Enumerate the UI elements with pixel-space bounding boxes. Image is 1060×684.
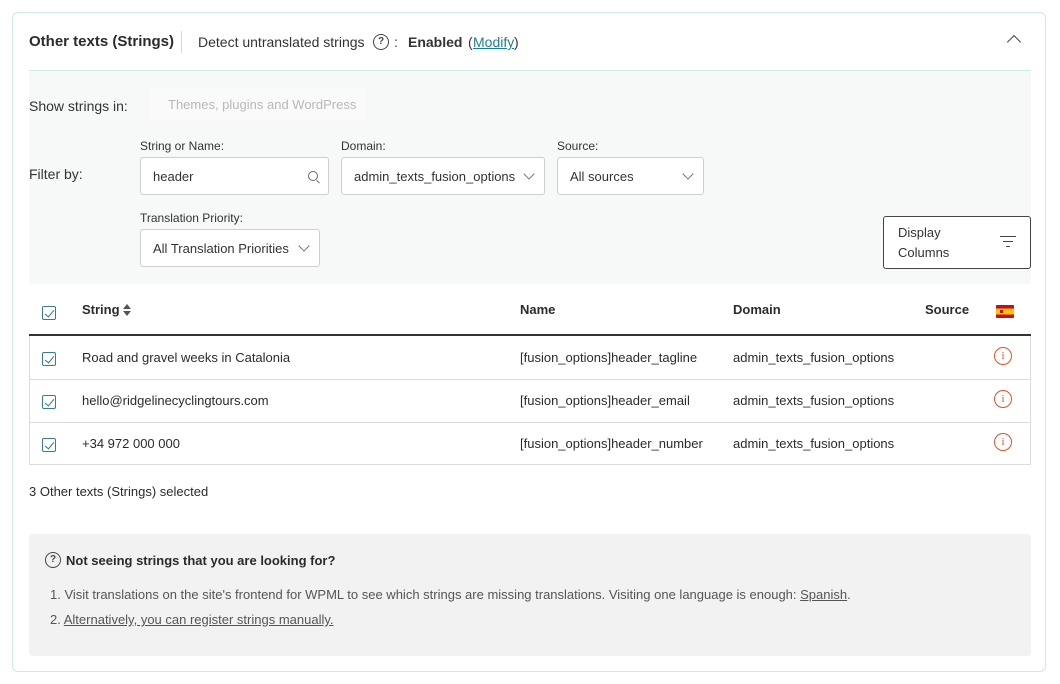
- chevron-down-icon: [523, 168, 535, 180]
- translation-priority-value: All Translation Priorities: [153, 241, 289, 256]
- row-domain: admin_texts_fusion_options: [733, 393, 895, 408]
- show-strings-label: Show strings in:: [29, 98, 128, 114]
- header-colon: :: [394, 34, 398, 50]
- row-checkbox[interactable]: [42, 352, 56, 366]
- help-circle-icon: ?: [45, 552, 61, 568]
- table-row[interactable]: hello@ridgelinecyclingtours.com [fusion_…: [30, 379, 1030, 422]
- header-divider: [181, 31, 182, 53]
- detect-status: Enabled: [408, 34, 463, 50]
- translation-priority-label: Translation Priority:: [140, 211, 243, 225]
- filters-area: Show strings in: Themes, plugins and Wor…: [29, 71, 1031, 284]
- row-domain: admin_texts_fusion_options: [733, 436, 895, 451]
- strings-panel: Other texts (Strings) Detect untranslate…: [12, 12, 1046, 672]
- column-header-string[interactable]: String: [82, 302, 120, 317]
- filter-lines-icon: [1000, 236, 1016, 249]
- panel-title: Other texts (Strings): [29, 33, 175, 50]
- info-icon[interactable]: i: [994, 390, 1012, 408]
- string-or-name-label: String or Name:: [140, 139, 225, 153]
- table-row[interactable]: Road and gravel weeks in Catalonia [fusi…: [30, 336, 1030, 379]
- filter-by-label: Filter by:: [29, 166, 83, 182]
- display-columns-label-1: Display: [898, 225, 941, 240]
- source-select-value: All sources: [570, 169, 634, 184]
- string-search-value: header: [153, 169, 194, 184]
- notice-title: Not seeing strings that you are looking …: [66, 553, 336, 568]
- chevron-down-icon: [682, 168, 694, 180]
- spanish-link[interactable]: Spanish: [800, 587, 847, 602]
- notice-item-2-prefix: 2.: [50, 612, 64, 627]
- row-string: hello@ridgelinecyclingtours.com: [82, 393, 269, 408]
- row-checkbox[interactable]: [42, 395, 56, 409]
- search-icon[interactable]: [308, 171, 318, 181]
- detect-untranslated-label: Detect untranslated strings: [198, 34, 365, 50]
- row-string: Road and gravel weeks in Catalonia: [82, 350, 291, 365]
- domain-label: Domain:: [341, 139, 386, 153]
- paren-close: ): [514, 34, 519, 50]
- sort-icon[interactable]: [123, 304, 131, 316]
- register-strings-link[interactable]: Alternatively, you can register strings …: [64, 612, 334, 627]
- modify-link[interactable]: Modify: [473, 34, 514, 50]
- show-strings-field[interactable]: Themes, plugins and WordPress: [150, 89, 366, 121]
- info-icon[interactable]: i: [994, 433, 1012, 451]
- row-domain: admin_texts_fusion_options: [733, 350, 895, 365]
- selection-count: 3 Other texts (Strings) selected: [29, 484, 209, 499]
- help-notice: ? Not seeing strings that you are lookin…: [29, 534, 1031, 656]
- column-header-domain: Domain: [733, 302, 781, 317]
- display-columns-button[interactable]: Display Columns: [883, 216, 1031, 269]
- help-icon[interactable]: ?: [373, 34, 389, 50]
- domain-select-value: admin_texts_fusion_options: [354, 169, 516, 184]
- notice-item-1: 1. Visit translations on the site's fron…: [50, 587, 851, 602]
- table-body: Road and gravel weeks in Catalonia [fusi…: [29, 336, 1031, 465]
- notice-item-2: 2. Alternatively, you can register strin…: [50, 612, 334, 627]
- display-columns-label-2: Columns: [898, 245, 950, 260]
- source-select[interactable]: All sources: [557, 157, 704, 195]
- row-name: [fusion_options]header_email: [520, 393, 690, 408]
- notice-item-1-end: .: [847, 587, 851, 602]
- row-string: +34 972 000 000: [82, 436, 180, 451]
- row-name: [fusion_options]header_tagline: [520, 350, 698, 365]
- row-name: [fusion_options]header_number: [520, 436, 703, 451]
- show-strings-placeholder: Themes, plugins and WordPress: [168, 97, 357, 112]
- chevron-up-icon[interactable]: [1006, 34, 1022, 50]
- column-header-name: Name: [520, 302, 556, 317]
- column-header-source: Source: [925, 302, 970, 317]
- notice-item-1-text: 1. Visit translations on the site's fron…: [50, 587, 801, 602]
- paren-open: (: [468, 34, 473, 50]
- chevron-down-icon: [298, 240, 310, 252]
- source-label: Source:: [557, 139, 599, 153]
- select-all-checkbox[interactable]: [42, 306, 56, 320]
- string-search-input[interactable]: header: [140, 157, 329, 195]
- panel-header: Other texts (Strings) Detect untranslate…: [13, 13, 1045, 71]
- domain-select[interactable]: admin_texts_fusion_options: [341, 157, 545, 195]
- row-checkbox[interactable]: [42, 438, 56, 452]
- spanish-flag-icon: [996, 305, 1014, 318]
- table-row[interactable]: +34 972 000 000 [fusion_options]header_n…: [30, 422, 1030, 465]
- translation-priority-select[interactable]: All Translation Priorities: [140, 229, 320, 267]
- info-icon[interactable]: i: [994, 347, 1012, 365]
